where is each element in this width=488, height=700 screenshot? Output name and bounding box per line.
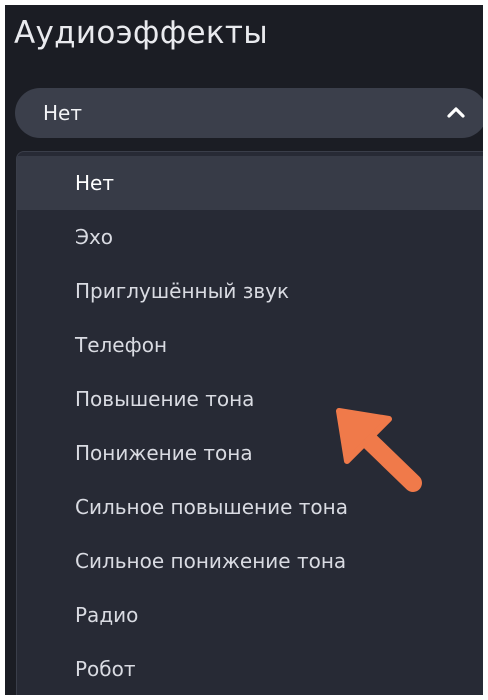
menu-item-label: Приглушённый звук (75, 279, 290, 303)
menu-item-label: Повышение тона (75, 387, 255, 411)
menu-item-label: Телефон (75, 333, 168, 357)
menu-item-label: Эхо (75, 225, 114, 249)
menu-item-strong-pitch-down[interactable]: Сильное понижение тона (17, 534, 483, 588)
menu-item-label: Радио (75, 603, 139, 627)
panel-title: Аудиоэффекты (14, 15, 269, 51)
menu-item-echo[interactable]: Эхо (17, 210, 483, 264)
menu-item-none[interactable]: Нет (17, 156, 483, 210)
audio-effect-dropdown[interactable]: Нет (15, 88, 483, 138)
menu-item-robot[interactable]: Робот (17, 642, 483, 695)
menu-item-label: Понижение тона (75, 441, 253, 465)
menu-item-muffled[interactable]: Приглушённый звук (17, 264, 483, 318)
menu-item-label: Нет (75, 171, 114, 195)
chevron-up-icon (447, 107, 465, 118)
pointer-arrow-icon (336, 408, 422, 492)
audio-effects-panel: Аудиоэффекты Нет Нет Эхо Приглушённый зв… (5, 5, 483, 695)
menu-item-label: Сильное понижение тона (75, 549, 347, 573)
menu-item-telephone[interactable]: Телефон (17, 318, 483, 372)
dropdown-selected-value: Нет (43, 101, 82, 125)
menu-item-label: Робот (75, 657, 136, 681)
menu-item-label: Сильное повышение тона (75, 495, 348, 519)
menu-item-radio[interactable]: Радио (17, 588, 483, 642)
